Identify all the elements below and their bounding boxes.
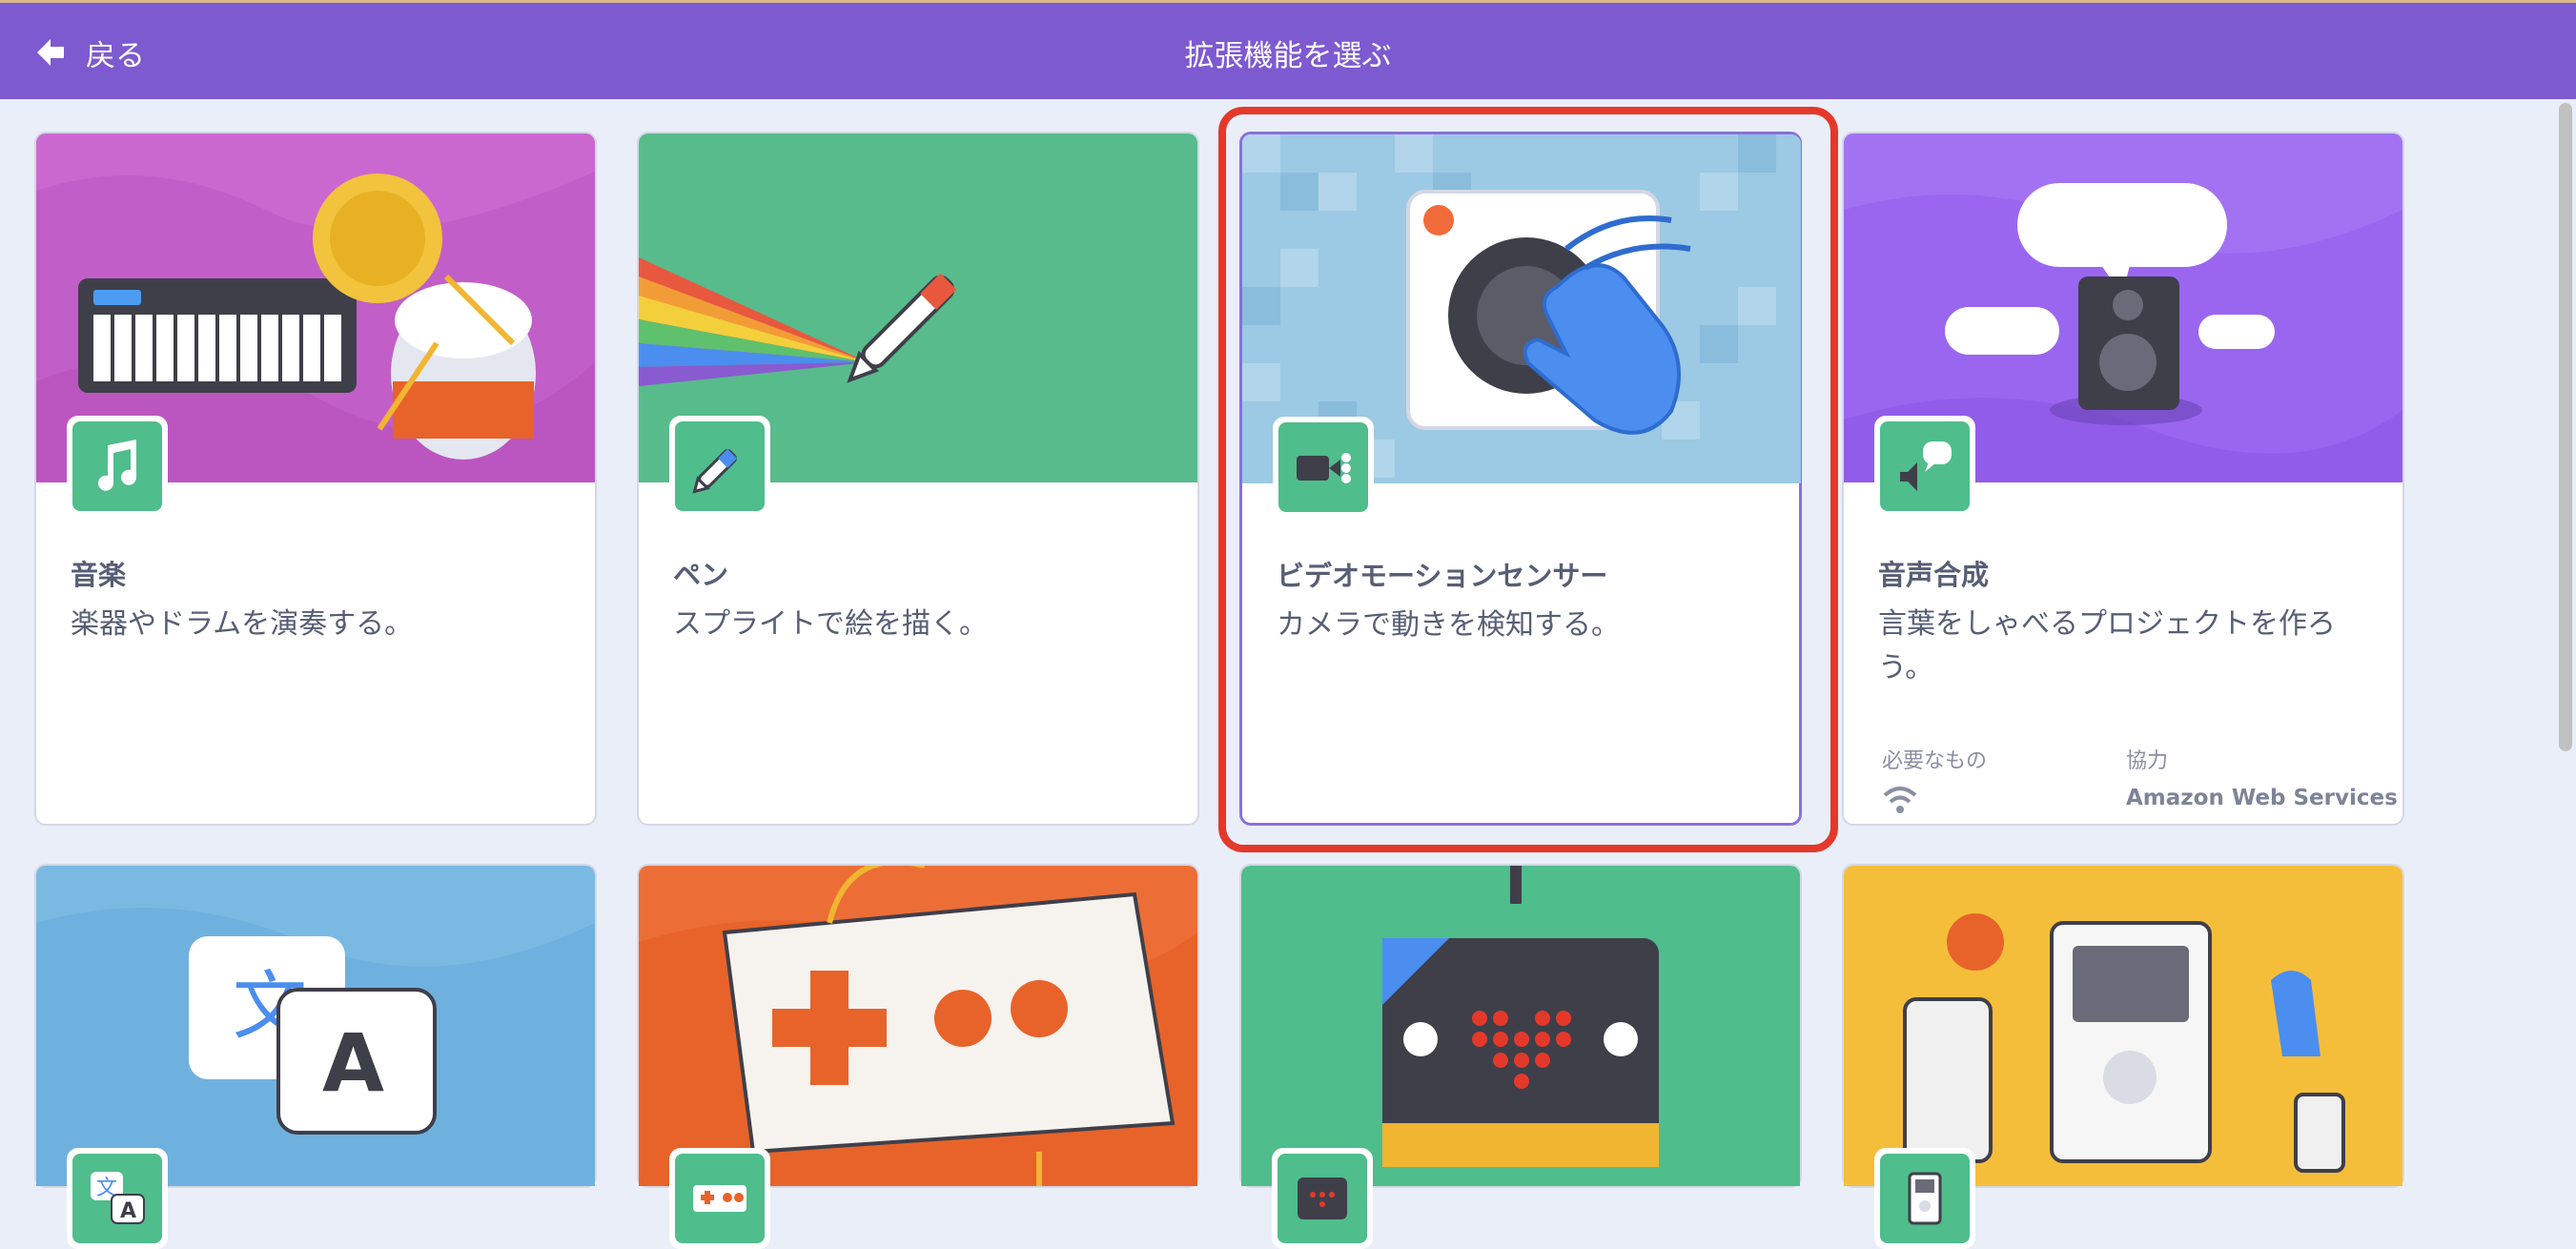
svg-text:A: A (322, 1016, 384, 1110)
microbit-badge (1272, 1148, 1373, 1249)
extension-description: 言葉をしゃべるプロジェクトを作ろう。 (1878, 607, 2336, 685)
microbit-art (1241, 866, 1800, 1186)
scrollbar[interactable] (2559, 103, 2572, 751)
extension-description: カメラで動きを検知する。 (1277, 608, 1620, 642)
translate-art: 文 A (36, 866, 595, 1186)
music-badge (67, 416, 168, 517)
makey-makey-badge (669, 1148, 770, 1249)
makey-makey-art (639, 866, 1197, 1186)
extension-name: ペン (673, 559, 729, 591)
text-to-speech-badge (1874, 416, 1975, 517)
video-camera-icon (1297, 453, 1351, 483)
video-sensing-badge (1273, 417, 1374, 518)
page-title: 拡張機能を選ぶ (1184, 39, 1392, 73)
extension-card-pen[interactable]: ペン スプライトで絵を描く。 (637, 132, 1199, 826)
collaborator-name: Amazon Web Services (2126, 786, 2398, 810)
svg-text:A: A (120, 1199, 136, 1223)
extension-grid: 音楽 楽器やドラムを演奏する。 ペン スプライトで絵を描く。 ビデオモーションセ… (0, 99, 2576, 1249)
speaker-speech-icon (1900, 441, 1952, 491)
ev3-badge (1874, 1148, 1975, 1249)
microbit-icon (1278, 1154, 1367, 1243)
music-note-icon (98, 440, 136, 491)
header-bar: 戻る 拡張機能を選ぶ (0, 0, 2576, 99)
extension-card-music[interactable]: 音楽 楽器やドラムを演奏する。 (34, 132, 597, 826)
extension-description: 楽器やドラムを演奏する。 (71, 607, 414, 641)
translate-icon: 文 A (72, 1154, 162, 1243)
collaborator-label: 協力 (2126, 749, 2169, 773)
extension-name: ビデオモーションセンサー (1277, 560, 1608, 592)
makeymakey-icon (675, 1154, 765, 1243)
extension-card-text-to-speech[interactable]: 音声合成 言葉をしゃべるプロジェクトを作ろう。 必要なもの 協力 Amazon … (1842, 132, 2404, 826)
ev3-icon (1880, 1154, 1970, 1243)
extension-card-ev3[interactable] (1842, 864, 2404, 1249)
extension-card-microbit[interactable] (1239, 864, 1802, 1249)
extension-card-makey-makey[interactable] (637, 864, 1199, 1249)
translate-badge: 文 A (67, 1148, 168, 1249)
pen-badge (669, 416, 770, 517)
extension-name: 音声合成 (1878, 559, 1990, 591)
pen-icon (692, 448, 738, 494)
wifi-icon (1883, 787, 1917, 813)
requires-label: 必要なもの (1882, 749, 1988, 773)
extension-card-video-sensing[interactable]: ビデオモーションセンサー カメラで動きを検知する。 (1239, 132, 1802, 826)
extension-name: 音楽 (71, 559, 127, 591)
extension-description: スプライトで絵を描く。 (673, 607, 988, 641)
extension-card-translate[interactable]: 文 A 文 A (34, 864, 597, 1249)
ev3-art (1844, 866, 2402, 1186)
